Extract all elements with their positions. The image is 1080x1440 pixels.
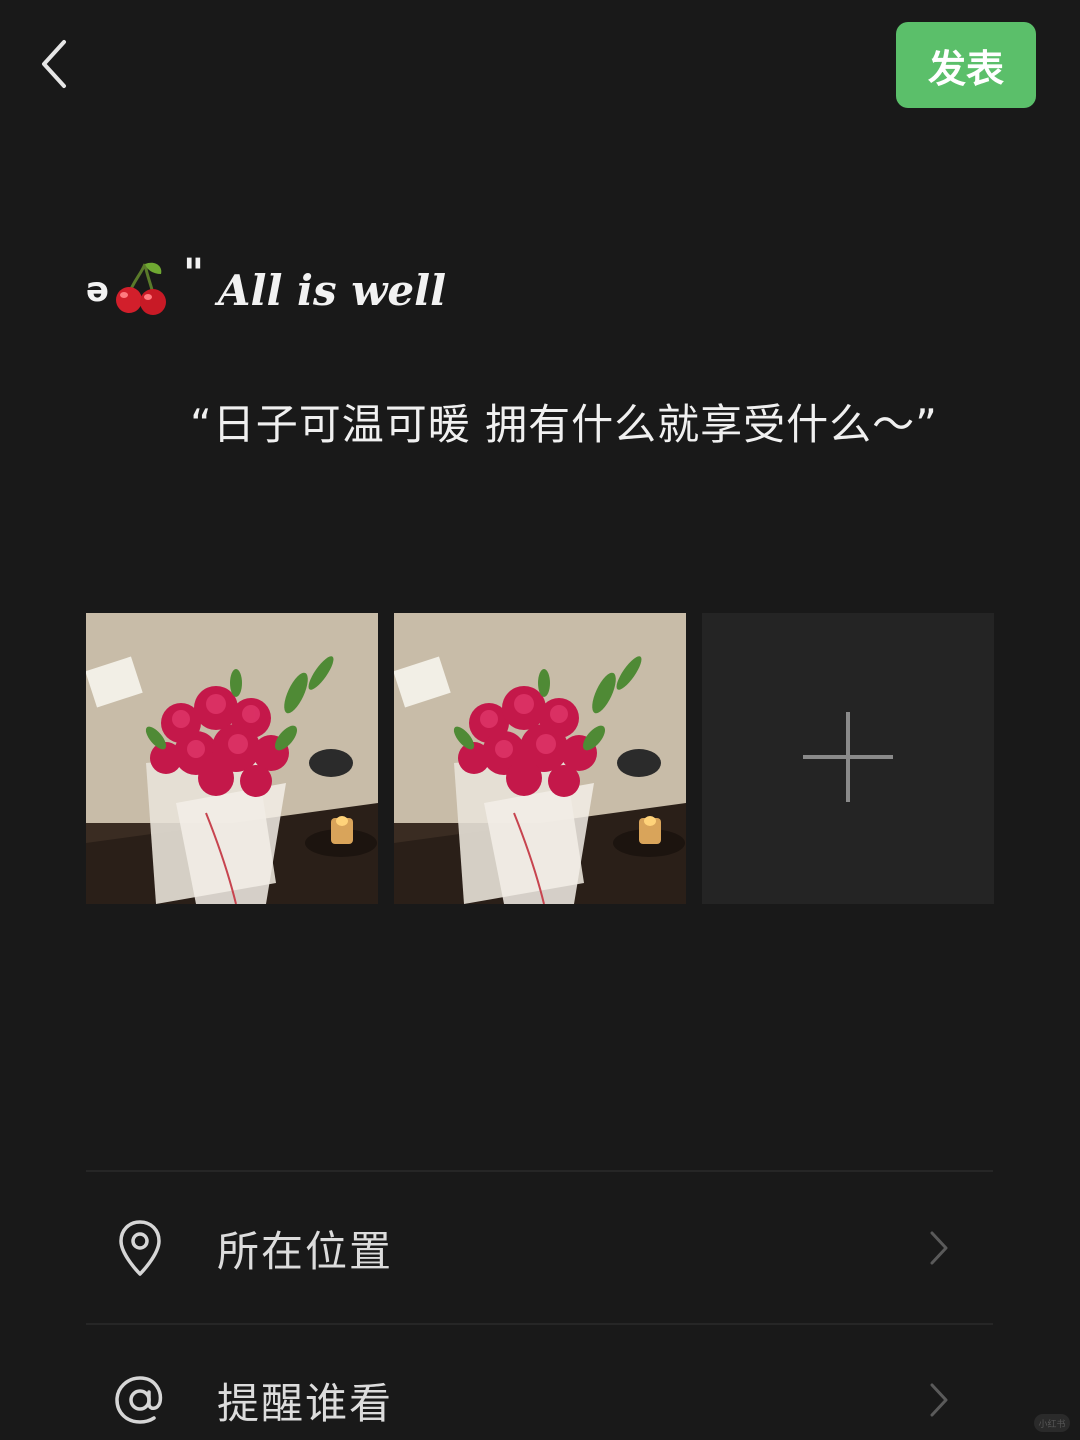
chevron-left-icon	[40, 38, 70, 94]
options-divider-top	[86, 1170, 993, 1172]
plus-icon	[803, 711, 893, 806]
at-sign-icon	[110, 1370, 170, 1430]
watermark-logo: 小红书	[1034, 1414, 1070, 1432]
post-prefix-text: ə	[86, 270, 110, 310]
chevron-right-icon	[924, 1228, 954, 1268]
add-photo-button[interactable]	[702, 613, 994, 904]
location-label: 所在位置	[217, 1226, 394, 1276]
photo-thumbnail-1[interactable]	[86, 613, 378, 904]
chevron-right-icon	[924, 1380, 954, 1420]
location-option[interactable]: 所在位置	[86, 1173, 993, 1323]
location-pin-icon	[110, 1218, 170, 1278]
opening-quote-mark: "	[183, 251, 204, 297]
back-button[interactable]	[30, 36, 80, 96]
roses-bouquet-image	[394, 613, 686, 904]
photo-thumbnail-2[interactable]	[394, 613, 686, 904]
cherry-icon	[115, 260, 167, 320]
publish-button[interactable]: 发表	[896, 22, 1036, 108]
roses-bouquet-image	[86, 613, 378, 904]
post-text-line-2[interactable]: “日子可温可暖 拥有什么就享受什么～”	[190, 388, 938, 454]
post-text-line-1[interactable]: ə " All is well	[86, 251, 447, 325]
post-slogan-text: All is well	[217, 265, 447, 315]
mention-label: 提醒谁看	[217, 1378, 394, 1428]
compose-post-screen: 发表 ə " All is well “日子可温可暖 拥有什么就享受什么～” 所…	[0, 0, 1080, 1440]
mention-option[interactable]: 提醒谁看	[86, 1325, 993, 1440]
